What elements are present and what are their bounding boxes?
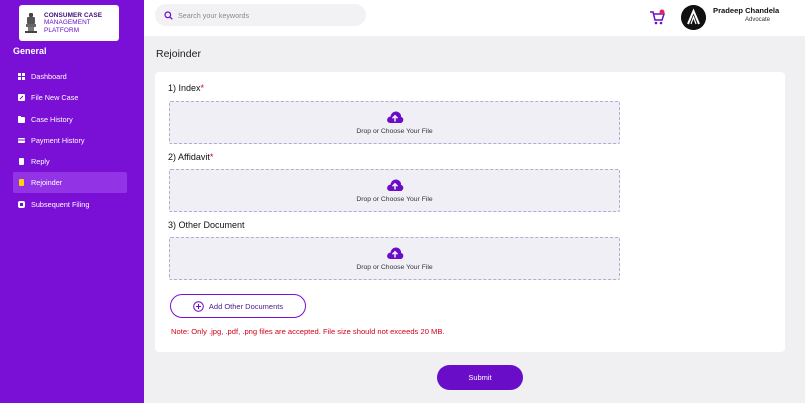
field-label-affidavit: 2) Affidavit* — [168, 152, 213, 162]
user-name[interactable]: Pradeep Chandela — [713, 6, 779, 15]
sidebar-item-file-new-case[interactable]: File New Case — [13, 87, 127, 108]
logo-text: CONSUMER CASE MANAGEMENT PLATFORM — [44, 12, 102, 35]
page-title: Rejoinder — [156, 48, 201, 60]
sidebar-item-label: Rejoinder — [31, 178, 63, 188]
avatar[interactable] — [681, 5, 706, 30]
search-input[interactable] — [178, 10, 348, 20]
add-other-documents-button[interactable]: Add Other Documents — [170, 294, 306, 318]
field-label-index: 1) Index* — [168, 83, 204, 93]
card-icon — [18, 137, 25, 144]
user-role: Advocate — [745, 17, 771, 23]
cart-icon[interactable] — [649, 9, 665, 25]
sidebar-item-payment-history[interactable]: Payment History — [13, 130, 127, 151]
submit-button[interactable]: Submit — [437, 365, 523, 390]
required-marker: * — [209, 152, 214, 162]
grid-icon — [18, 73, 25, 80]
field-label-text: 3) Other Document — [168, 220, 245, 230]
search-icon — [164, 10, 173, 20]
field-label-text: 1) Index — [168, 83, 201, 93]
dropzone-text: Drop or Choose Your File — [356, 264, 433, 271]
document-icon — [18, 158, 25, 166]
sidebar-menu: Dashboard File New Case Case History Pay… — [13, 66, 127, 215]
cloud-upload-icon — [386, 111, 403, 123]
sidebar-item-label: Dashboard — [31, 72, 67, 81]
dropzone-affidavit[interactable]: Drop or Choose Your File — [169, 169, 620, 212]
sidebar-item-case-history[interactable]: Case History — [13, 109, 127, 130]
folder-icon — [18, 115, 25, 123]
dropzone-text: Drop or Choose Your File — [356, 196, 433, 203]
cloud-upload-icon — [386, 179, 403, 191]
sidebar-item-label: Subsequent Filing — [31, 199, 90, 209]
plus-circle-icon — [193, 300, 204, 312]
search-bar[interactable] — [155, 4, 366, 26]
document-icon — [18, 179, 25, 187]
field-label-other-document: 3) Other Document — [168, 220, 245, 230]
sidebar-item-label: File New Case — [31, 93, 79, 103]
sidebar-item-reply[interactable]: Reply — [13, 151, 127, 172]
dropzone-other-document[interactable]: Drop or Choose Your File — [169, 237, 620, 280]
dropzone-index[interactable]: Drop or Choose Your File — [169, 101, 620, 144]
field-label-text: 2) Affidavit — [168, 152, 210, 162]
avatar-logo-icon — [681, 5, 706, 30]
sidebar-item-rejoinder[interactable]: Rejoinder — [13, 172, 127, 194]
sidebar-section-title: General — [13, 46, 47, 56]
emblem-icon — [25, 13, 37, 33]
required-marker: * — [200, 83, 205, 93]
upload-form-card: 1) Index* Drop or Choose Your File 2) Af… — [155, 72, 785, 352]
logo-line-2: MANAGEMENT — [44, 19, 91, 27]
dropzone-text: Drop or Choose Your File — [356, 128, 433, 135]
logo-line-3: PLATFORM — [44, 26, 80, 34]
sidebar-item-dashboard[interactable]: Dashboard — [13, 66, 127, 87]
sidebar-item-label: Reply — [31, 157, 50, 167]
sidebar-item-subsequent-filing[interactable]: Subsequent Filing — [13, 194, 127, 215]
top-header: Pradeep Chandela Advocate — [144, 0, 805, 36]
sidebar: CONSUMER CASE MANAGEMENT PLATFORM Genera… — [0, 0, 144, 403]
file-type-note: Note: Only .jpg, .pdf, .png files are ac… — [171, 327, 445, 336]
cloud-upload-icon — [386, 247, 403, 259]
logo-line-1: CONSUMER CASE — [44, 11, 103, 19]
sidebar-item-label: Case History — [31, 114, 73, 124]
stack-icon — [18, 200, 25, 208]
edit-icon — [18, 94, 25, 102]
add-other-documents-label: Add Other Documents — [208, 301, 284, 311]
app-logo[interactable]: CONSUMER CASE MANAGEMENT PLATFORM — [19, 5, 119, 41]
sidebar-item-label: Payment History — [31, 135, 85, 145]
